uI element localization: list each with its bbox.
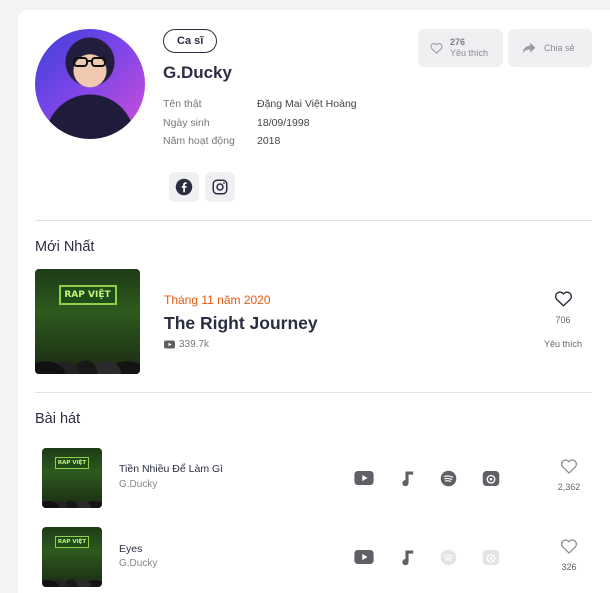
song-cover[interactable]: RAP VIỆT — [42, 527, 102, 587]
podcast-button[interactable] — [480, 469, 502, 487]
latest-like[interactable]: 706 Yêu thích — [538, 290, 588, 349]
songs-section-title: Bài hát — [35, 411, 81, 427]
instagram-icon — [212, 179, 228, 195]
youtube-button[interactable] — [353, 469, 375, 487]
info-row-active-year: Năm hoạt động 2018 — [163, 135, 280, 147]
heart-icon — [560, 459, 578, 474]
spotify-button[interactable] — [437, 469, 459, 487]
artist-like-label: Yêu thích — [450, 48, 489, 58]
song-artist[interactable]: G.Ducky — [119, 479, 157, 490]
info-row-real-name: Tên thật Đặng Mai Việt Hoàng — [163, 98, 357, 110]
info-value: 2018 — [257, 135, 281, 147]
instagram-button[interactable] — [205, 172, 235, 202]
song-like-count: 326 — [561, 562, 577, 572]
song-like[interactable]: 2,362 — [546, 458, 592, 492]
cover-logo: RAP VIỆT — [55, 536, 89, 548]
song-title[interactable]: Tiền Nhiều Để Làm Gì — [119, 463, 223, 475]
cover-crowd — [42, 474, 102, 508]
latest-title[interactable]: The Right Journey — [164, 313, 318, 334]
artist-avatar — [35, 29, 145, 139]
song-like[interactable]: 326 — [546, 538, 592, 572]
divider — [35, 220, 592, 221]
info-value: Đặng Mai Việt Hoàng — [257, 98, 357, 110]
music-note-icon — [402, 471, 414, 486]
latest-views-count: 339.7k — [179, 339, 210, 350]
music-button[interactable] — [396, 469, 418, 487]
info-label: Tên thật — [163, 98, 202, 110]
cover-crowd — [42, 553, 102, 587]
podcast-button-disabled — [480, 548, 502, 566]
song-like-count: 2,362 — [557, 482, 581, 492]
youtube-icon — [164, 340, 175, 349]
share-button[interactable]: Chia sẻ — [508, 29, 592, 67]
role-badge: Ca sĩ — [163, 29, 218, 53]
info-label: Năm hoạt động — [163, 135, 235, 147]
info-value: 18/09/1998 — [257, 117, 310, 129]
latest-views: 339.7k — [164, 339, 209, 350]
latest-cover[interactable]: RAP VIỆT — [35, 269, 140, 374]
share-label: Chia sẻ — [544, 43, 575, 53]
spotify-icon — [440, 549, 456, 565]
radio-icon — [482, 549, 500, 565]
music-note-icon — [402, 550, 414, 565]
heart-icon — [560, 539, 578, 554]
share-icon — [522, 42, 536, 54]
cover-logo: RAP VIỆT — [55, 457, 89, 469]
spotify-button-disabled — [437, 548, 459, 566]
heart-icon — [430, 42, 443, 54]
youtube-icon — [354, 471, 374, 485]
latest-section-title: Mới Nhất — [35, 239, 95, 255]
artist-profile-card: Ca sĩ G.Ducky Tên thật Đặng Mai Việt Hoàn… — [18, 10, 610, 593]
heart-icon — [554, 291, 572, 307]
cover-crowd — [35, 312, 140, 374]
music-button[interactable] — [396, 548, 418, 566]
latest-like-label: Yêu thích — [543, 339, 583, 349]
spotify-icon — [440, 470, 456, 486]
divider — [35, 392, 592, 393]
info-row-birthday: Ngày sinh 18/09/1998 — [163, 117, 310, 129]
radio-icon — [482, 470, 500, 486]
latest-date: Tháng 11 năm 2020 — [164, 293, 271, 307]
youtube-icon — [354, 550, 374, 564]
artist-name: G.Ducky — [163, 63, 232, 82]
info-label: Ngày sinh — [163, 117, 210, 129]
like-artist-button[interactable]: 276 Yêu thích — [418, 29, 503, 67]
song-cover[interactable]: RAP VIỆT — [42, 448, 102, 508]
facebook-button[interactable] — [169, 172, 199, 202]
song-artist[interactable]: G.Ducky — [119, 558, 157, 569]
facebook-icon — [175, 178, 193, 196]
latest-like-count: 706 — [555, 315, 571, 325]
song-title[interactable]: Eyes — [119, 543, 142, 555]
youtube-button[interactable] — [353, 548, 375, 566]
artist-like-count: 276 — [450, 37, 466, 47]
cover-logo: RAP VIỆT — [58, 285, 117, 305]
